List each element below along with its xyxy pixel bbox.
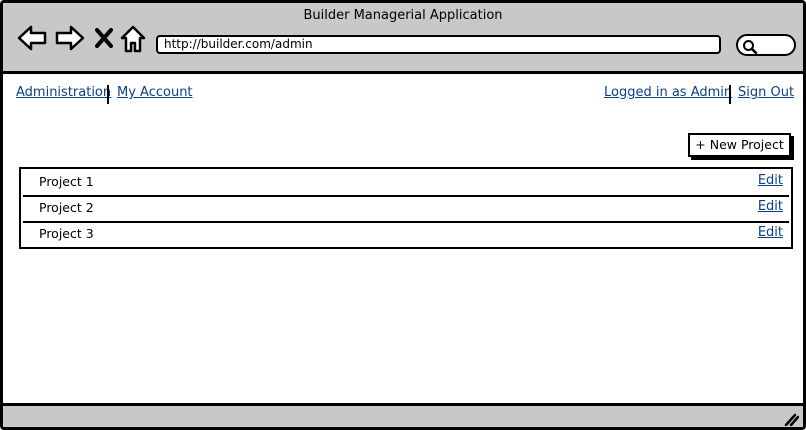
project-row: Project 3 Edit <box>21 221 791 247</box>
project-name: Project 2 <box>39 200 94 215</box>
back-arrow-icon[interactable] <box>17 25 47 55</box>
forward-arrow-icon[interactable] <box>55 25 85 55</box>
browser-chrome: Builder Managerial Application http://bu… <box>3 3 803 74</box>
edit-project-link[interactable]: Edit <box>758 199 783 214</box>
nav-link-my-account[interactable]: My Account <box>117 85 193 100</box>
logged-in-status-link[interactable]: Logged in as Admin <box>604 85 732 100</box>
resize-grip-icon[interactable] <box>783 411 800 427</box>
edit-project-link[interactable]: Edit <box>758 225 783 240</box>
close-x-icon[interactable] <box>95 28 113 52</box>
search-field[interactable] <box>736 34 796 56</box>
project-name: Project 1 <box>39 174 94 189</box>
project-row: Project 2 Edit <box>21 195 791 221</box>
nav-link-administration[interactable]: Administration <box>16 85 111 100</box>
home-icon[interactable] <box>120 25 146 57</box>
project-name: Project 3 <box>39 226 94 241</box>
status-bar <box>3 403 803 427</box>
sign-out-link[interactable]: Sign Out <box>738 85 794 100</box>
project-list: Project 1 Edit Project 2 Edit Project 3 … <box>19 167 793 249</box>
edit-project-link[interactable]: Edit <box>758 173 783 188</box>
search-icon <box>743 40 758 55</box>
project-row: Project 1 Edit <box>21 169 791 195</box>
nav-divider <box>107 85 109 104</box>
nav-divider <box>729 85 731 104</box>
new-project-button[interactable]: + New Project <box>688 133 791 157</box>
address-bar[interactable]: http://builder.com/admin <box>156 35 721 54</box>
browser-window: Builder Managerial Application http://bu… <box>0 0 806 430</box>
window-title: Builder Managerial Application <box>303 8 503 23</box>
